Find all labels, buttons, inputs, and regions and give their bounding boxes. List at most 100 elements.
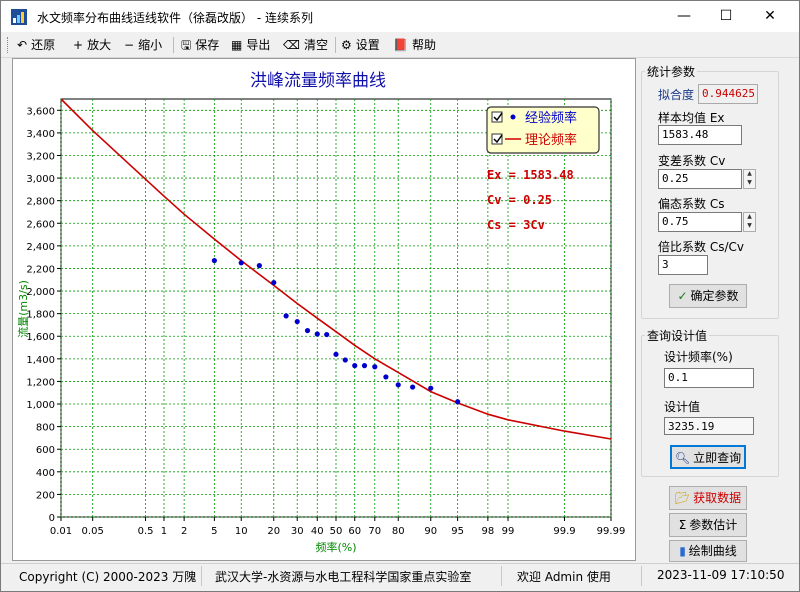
design-value-label: 设计值	[664, 400, 701, 414]
x-tick-label: 95	[451, 526, 464, 537]
status-separator	[641, 566, 642, 586]
toolbar-save-label: 保存	[195, 38, 220, 52]
empirical-point	[383, 374, 389, 380]
minus-icon: −	[124, 38, 135, 52]
cs-input[interactable]: 0.75	[658, 212, 742, 232]
cs-label: 偏态系数 Cs	[658, 197, 725, 211]
toolbar-zoom-in-button[interactable]: + 放大	[73, 36, 111, 54]
empirical-point	[352, 363, 358, 369]
maximize-button[interactable]: ☐	[703, 1, 749, 32]
toolbar-help-button[interactable]: 📕 帮助	[393, 36, 436, 54]
empirical-point	[256, 263, 262, 269]
spin-down-icon[interactable]: ▼	[744, 222, 755, 231]
toolbar-restore-button[interactable]: ↶ 还原	[17, 36, 55, 54]
undo-icon: ↶	[17, 38, 28, 52]
status-welcome: 欢迎 Admin 使用	[517, 570, 611, 584]
legend-label-theoretical: 理论频率	[525, 132, 577, 148]
spin-up-icon[interactable]: ▲	[744, 170, 755, 179]
y-tick-label: 3,000	[26, 174, 55, 185]
empirical-point	[324, 331, 330, 338]
y-tick-label: 0	[49, 513, 55, 524]
design-freq-input[interactable]: 0.1	[664, 368, 754, 388]
estimate-params-label: 参数估计	[689, 518, 738, 532]
bar-chart-icon: ▮	[679, 544, 686, 558]
toolbar-export-button[interactable]: ▦ 导出	[231, 36, 270, 54]
toolbar-export-label: 导出	[246, 38, 271, 52]
mean-input[interactable]: 1583.48	[658, 125, 742, 145]
cv-label: 变差系数 Cv	[658, 154, 726, 168]
confirm-params-label: 确定参数	[690, 289, 739, 303]
sigma-icon: Σ	[678, 518, 687, 532]
annotation-cv: Cv = 0.25	[487, 193, 552, 207]
x-tick-label: 10	[235, 526, 248, 537]
toolbar-clear-label: 清空	[303, 38, 328, 52]
draw-curve-button[interactable]: ▮ 绘制曲线	[669, 540, 747, 562]
confirm-params-button[interactable]: ✓ 确定参数	[669, 284, 747, 308]
y-tick-label: 3,400	[26, 129, 55, 140]
toolbar-help-label: 帮助	[411, 38, 436, 52]
y-tick-label: 2,200	[26, 264, 55, 275]
x-axis-label: 频率(%)	[315, 540, 356, 554]
x-tick-label: 98	[481, 526, 494, 537]
toolbar-grip[interactable]	[7, 37, 10, 53]
toolbar-settings-button[interactable]: ⚙ 设置	[341, 36, 380, 54]
y-axis-label: 流量(m3/s)	[16, 280, 30, 338]
draw-curve-label: 绘制曲线	[688, 544, 737, 558]
minimize-button[interactable]: —	[661, 1, 707, 32]
x-tick-label: 1	[161, 526, 167, 537]
y-tick-label: 1,400	[26, 355, 55, 366]
status-separator	[501, 566, 502, 586]
cv-input[interactable]: 0.25	[658, 169, 742, 189]
get-data-button[interactable]: 📂︎ 获取数据	[669, 486, 747, 510]
y-tick-label: 2,400	[26, 242, 55, 253]
toolbar-clear-button[interactable]: ⌫ 清空	[283, 36, 328, 54]
status-datetime: 2023-11-09 17:10:50	[657, 568, 785, 582]
ratio-input[interactable]: 3	[658, 255, 708, 275]
y-tick-label: 3,600	[26, 106, 55, 117]
maximize-icon: ☐	[719, 8, 733, 24]
x-tick-label: 99.99	[597, 526, 626, 537]
get-data-label: 获取数据	[693, 491, 742, 505]
minimize-icon: —	[677, 8, 691, 24]
x-tick-label: 70	[368, 526, 381, 537]
empirical-point	[395, 382, 401, 388]
y-tick-label: 3,200	[26, 151, 55, 162]
toolbar-zoom-out-button[interactable]: − 缩小	[124, 36, 162, 54]
empirical-point	[372, 364, 378, 370]
empirical-point	[271, 279, 277, 286]
x-tick-label: 90	[424, 526, 437, 537]
mean-label: 样本均值 Ex	[658, 111, 725, 125]
export-icon: ▦	[231, 38, 243, 52]
toolbar-restore-label: 还原	[31, 38, 56, 52]
query-now-label: 立即查询	[693, 451, 742, 465]
cv-spinner[interactable]: ▲ ▼	[743, 169, 756, 189]
cs-spinner[interactable]: ▲ ▼	[743, 212, 756, 232]
annotation-cs: Cs = 3Cv	[487, 218, 545, 232]
status-separator	[201, 566, 202, 586]
checkmark-icon: ✓	[677, 289, 688, 303]
empirical-point	[294, 318, 300, 325]
empirical-point	[211, 257, 217, 264]
toolbar-zoom-out-label: 缩小	[138, 38, 163, 52]
fit-value-field: 0.944625	[698, 84, 758, 104]
close-button[interactable]: ✕	[747, 1, 793, 32]
query-now-button[interactable]: 🔍︎ 立即查询	[670, 445, 746, 469]
spin-down-icon[interactable]: ▼	[744, 179, 755, 188]
query-group-title: 查询设计值	[645, 327, 710, 344]
annotation-ex: Ex = 1583.48	[487, 168, 574, 182]
y-tick-label: 400	[36, 468, 55, 479]
y-axis: 0 200 400 600 800 1,000 1,200 1,400 1,600 1,800 2,…	[26, 106, 61, 524]
empirical-point	[333, 351, 339, 357]
toolbar-save-button[interactable]: 🖫 保存	[181, 36, 219, 54]
frequency-chart: 洪峰流量频率曲线 0 200 400 600 800 1,000 1,200 1,400 1,6…	[16, 71, 626, 554]
estimate-params-button[interactable]: Σ 参数估计	[669, 513, 747, 537]
empirical-point	[342, 357, 348, 363]
x-tick-label: 0.01	[50, 526, 72, 537]
help-book-icon: 📕	[393, 38, 408, 52]
x-tick-label: 2	[181, 526, 187, 537]
x-tick-label: 80	[392, 526, 405, 537]
y-tick-label: 1,600	[26, 332, 55, 343]
empirical-point	[428, 385, 434, 391]
legend-point-marker	[510, 114, 516, 120]
spin-up-icon[interactable]: ▲	[744, 213, 755, 222]
